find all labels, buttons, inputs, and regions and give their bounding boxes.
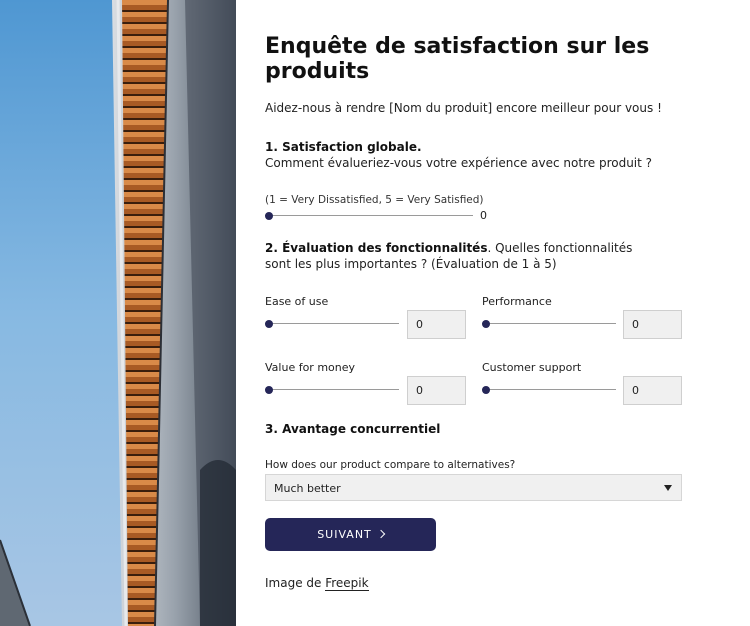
question-2-heading: 2. Évaluation des fonctionnalités <box>265 241 488 255</box>
performance-slider[interactable] <box>482 318 616 330</box>
customer-support-slider[interactable] <box>482 384 616 396</box>
ease-of-use-input[interactable]: 0 <box>407 310 466 339</box>
comparison-select-value: Much better <box>274 482 341 495</box>
question-1-text: Comment évalueriez-vous votre expérience… <box>265 156 653 170</box>
overall-satisfaction-value: 0 <box>480 209 487 222</box>
comparison-select[interactable]: Much better <box>265 474 682 501</box>
question-3-heading: 3. Avantage concurrentiel <box>265 422 441 436</box>
image-credit: Image de Freepik <box>265 576 369 591</box>
question-2: 2. Évaluation des fonctionnalités. Quell… <box>265 240 655 272</box>
performance-input[interactable]: 0 <box>623 310 682 339</box>
slider-thumb[interactable] <box>265 320 273 328</box>
slider-track <box>482 323 616 324</box>
next-button[interactable]: SUIVANT <box>265 518 436 551</box>
slider-track <box>265 215 473 216</box>
ease-of-use-slider[interactable] <box>265 318 399 330</box>
value-for-money-slider[interactable] <box>265 384 399 396</box>
scale-hint: (1 = Very Dissatisfied, 5 = Very Satisfi… <box>265 194 484 206</box>
chevron-right-icon <box>376 529 386 539</box>
feature-label-value-for-money: Value for money <box>265 361 356 374</box>
value-for-money-input[interactable]: 0 <box>407 376 466 405</box>
slider-track <box>482 389 616 390</box>
customer-support-input[interactable]: 0 <box>623 376 682 405</box>
overall-satisfaction-slider[interactable] <box>265 210 473 222</box>
freepik-link[interactable]: Freepik <box>325 576 369 591</box>
slider-thumb[interactable] <box>482 386 490 394</box>
feature-label-customer-support: Customer support <box>482 361 582 374</box>
question-3: 3. Avantage concurrentiel <box>265 421 685 437</box>
question-1: 1. Satisfaction globale. Comment évaluer… <box>265 139 685 171</box>
question-1-heading: 1. Satisfaction globale. <box>265 140 422 154</box>
building-photo <box>0 0 236 626</box>
page-title: Enquête de satisfaction sur les produits <box>265 34 650 84</box>
caret-down-icon <box>664 485 672 491</box>
slider-track <box>265 389 399 390</box>
image-credit-prefix: Image de <box>265 576 326 590</box>
survey-panel: Enquête de satisfaction sur les produits… <box>265 0 705 626</box>
feature-label-ease-of-use: Ease of use <box>265 295 329 308</box>
next-button-label: SUIVANT <box>317 528 372 541</box>
feature-label-performance: Performance <box>482 295 552 308</box>
intro-text: Aidez-nous à rendre [Nom du produit] enc… <box>265 101 662 115</box>
slider-thumb[interactable] <box>265 212 273 220</box>
slider-thumb[interactable] <box>482 320 490 328</box>
comparison-select-label: How does our product compare to alternat… <box>265 459 516 471</box>
slider-track <box>265 323 399 324</box>
slider-thumb[interactable] <box>265 386 273 394</box>
